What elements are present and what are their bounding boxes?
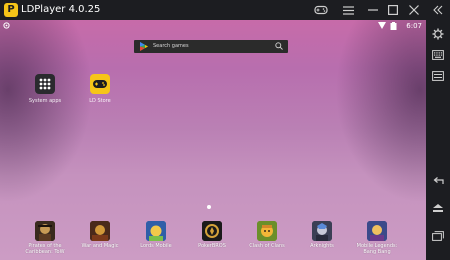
toolbar-icon[interactable]	[430, 68, 446, 84]
page-indicator-dot	[207, 205, 211, 209]
lords-mobile-game-icon	[146, 221, 166, 241]
dock-app-label: Mobile Legends: Bang Bang	[356, 243, 398, 255]
title-bar: P LDPlayer 4.0.25	[0, 0, 450, 20]
dock-app-pirates[interactable]: Pirates of the Caribbean: ToW	[19, 221, 71, 255]
window-title: LDPlayer 4.0.25	[21, 4, 101, 15]
dock-app-label: Lords Mobile	[140, 243, 172, 249]
desktop-app-label: System apps	[28, 98, 62, 104]
settings-icon[interactable]	[430, 26, 446, 42]
recent-apps-icon[interactable]	[430, 228, 446, 244]
close-icon[interactable]	[406, 2, 422, 18]
dock-app-pokerbros[interactable]: PokerBROS	[186, 221, 238, 249]
pirates-game-icon	[35, 221, 55, 241]
dock-app-label: PokerBROS	[198, 243, 226, 249]
home-icon[interactable]	[430, 200, 446, 216]
status-bar: 6:07	[0, 20, 426, 32]
dock-app-label: Arknights	[310, 243, 334, 249]
arknights-game-icon	[312, 221, 332, 241]
back-icon[interactable]	[430, 173, 446, 189]
dock-app-war-and-magic[interactable]: War and Magic	[74, 221, 126, 249]
gamepad-store-icon	[90, 74, 110, 94]
dock-app-arknights[interactable]: Arknights	[296, 221, 348, 249]
pokerbros-game-icon	[202, 221, 222, 241]
desktop-app-ld-store[interactable]: LD Store	[80, 74, 120, 104]
minimize-icon[interactable]	[365, 2, 381, 18]
dock-app-mobile-legends[interactable]: Mobile Legends: Bang Bang	[351, 221, 403, 255]
ldplayer-logo-icon: P	[4, 3, 18, 17]
status-time: 6:07	[406, 22, 422, 30]
grid-apps-icon	[35, 74, 55, 94]
war-and-magic-game-icon	[90, 221, 110, 241]
mobile-legends-game-icon	[367, 221, 387, 241]
menu-icon[interactable]	[340, 2, 356, 18]
clash-of-clans-game-icon	[257, 221, 277, 241]
desktop-app-system-apps[interactable]: System apps	[25, 74, 65, 104]
right-toolbar	[426, 20, 450, 260]
dock-app-label: Clash of Clans	[249, 243, 285, 249]
collapse-sidebar-icon[interactable]	[430, 2, 446, 18]
android-screen[interactable]: 6:07 Search games System apps LD Store P…	[0, 20, 426, 260]
gamepad-icon[interactable]	[313, 2, 329, 18]
maximize-icon[interactable]	[385, 2, 401, 18]
emulator-window: P LDPlayer 4.0.25 6:07 Search games Syst…	[0, 0, 450, 260]
dock-app-clash-of-clans[interactable]: Clash of Clans	[241, 221, 293, 249]
battery-icon	[390, 22, 397, 30]
dock-app-label: War and Magic	[81, 243, 119, 249]
play-store-icon	[140, 42, 148, 51]
keyboard-icon[interactable]	[430, 47, 446, 63]
settings-small-icon	[3, 22, 10, 29]
dock-app-lords-mobile[interactable]: Lords Mobile	[130, 221, 182, 249]
dock-app-label: Pirates of the Caribbean: ToW	[25, 243, 65, 255]
wifi-icon	[378, 22, 386, 29]
desktop-app-label: LD Store	[89, 98, 111, 104]
search-bar[interactable]: Search games	[134, 40, 288, 53]
search-placeholder[interactable]: Search games	[153, 40, 189, 53]
search-icon[interactable]	[275, 42, 283, 50]
